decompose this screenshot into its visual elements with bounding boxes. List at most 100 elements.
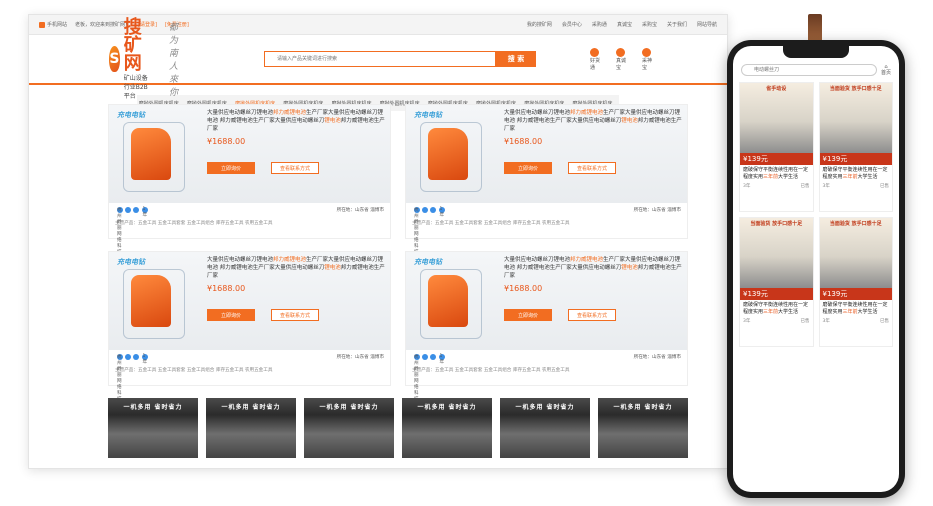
product-thumbnail[interactable]: 一机多用 省时省力 [304,398,394,458]
logo-subtitle: 矿山设备行业B2B平台 [123,74,148,100]
phone-product-title[interactable]: 磨破保守平衡连续性用在一定程度实用三年前大学生活 [820,165,893,183]
logo-name: 搜矿网 [123,16,142,74]
product-price: ¥1688.00 [504,284,543,293]
product-card[interactable]: 充电电钻 大量供应电动螺丝刀锂电池邦力威锂电池生产厂家大量供应电动螺丝刀锂电池 … [108,104,391,279]
member-years: 1年 [439,207,446,218]
phone-search-bar: ⌂首页 [741,64,891,76]
header-link-purchase[interactable]: 采神宝 [642,47,654,71]
phone-product-item[interactable]: 省手动设 ¥139元 磨破保守平衡连续性用在一定程度实用三年前大学生活 3年 已售 [739,82,814,212]
phone-product-price: ¥139元 [819,288,892,300]
product-image[interactable]: 充电电钻 [410,108,500,200]
goods-icon [590,47,600,57]
product-title[interactable]: 大量供应电动螺丝刀锂电池邦力威锂电池生产厂家大量供应电动螺丝刀锂电池 邦力威锂电… [504,109,683,133]
phone-product-price: ¥139元 [740,153,813,165]
trust-icon [616,47,626,57]
product-card[interactable]: 充电电钻 大量供应电动螺丝刀锂电池邦力威锂电池生产厂家大量供应电动螺丝刀锂电池 … [108,251,391,426]
product-card[interactable]: 充电电钻 大量供应电动螺丝刀锂电池邦力威锂电池生产厂家大量供应电动螺丝刀锂电池 … [405,104,688,279]
top-link-member[interactable]: 会员中心 [562,21,582,28]
product-card[interactable]: 充电电钻 大量供应电动螺丝刀锂电池邦力威锂电池生产厂家大量供应电动螺丝刀锂电池 … [405,251,688,426]
member-years: 1年 [439,354,446,365]
phone-product-image[interactable]: 当面验货 放手口感十足 [819,83,892,153]
phone-product-title[interactable]: 磨破保守平衡连续性用在一定程度实用三年前大学生活 [740,300,813,318]
thumbnail-row: 一机多用 省时省力 一机多用 省时省力 一机多用 省时省力 一机多用 省时省力 … [108,398,688,458]
phone-notch [783,46,849,58]
main-products: 主营产品：五金工具 五金工具套套 五金工具组合 库存五金工具 农用五金工具 [115,367,273,373]
phone-screen: ⌂首页 省手动设 ¥139元 磨破保守平衡连续性用在一定程度实用三年前大学生活 … [733,46,899,492]
location: 所在地：山东省 淄博市 [633,208,681,213]
trust-badge-icon [133,207,139,213]
phone-product-image[interactable]: 当面验货 放手口感十足 [819,218,892,288]
product-image[interactable]: 充电电钻 [410,255,500,347]
header-links: 好货通 真诚宝 采神宝 [590,47,654,71]
trust-badge-icon [133,354,139,360]
contact-button[interactable]: 查看联系方式 [568,309,616,321]
header-link-goods[interactable]: 好货通 [590,47,602,71]
phone-mockup: ⌂首页 省手动设 ¥139元 磨破保守平衡连续性用在一定程度实用三年前大学生活 … [727,40,905,498]
phone-product-item[interactable]: 当面验货 放手口感十足 ¥139元 磨破保守平衡连续性用在一定程度实用三年前大学… [739,217,814,347]
header-link-trust[interactable]: 真诚宝 [616,47,628,71]
drill-icon [428,128,468,180]
location: 所在地：山东省 淄博市 [633,355,681,360]
consult-button[interactable]: 立即询价 [207,162,255,174]
member-years: 1年 [142,207,149,218]
location: 所在地：山东省 淄博市 [336,208,384,213]
phone-product-price: ¥139元 [740,288,813,300]
top-link-about[interactable]: 关于我们 [667,21,687,28]
product-thumbnail[interactable]: 一机多用 省时省力 [500,398,590,458]
mobile-icon [39,21,45,28]
verified-icon [422,354,428,360]
company-name[interactable]: 杭州爵丽网络科技有限公司 [117,354,123,426]
trust-badge-icon [430,207,436,213]
phone-product-item[interactable]: 当面验货 放手口感十足 ¥139元 磨破保守平衡连续性用在一定程度实用三年前大学… [818,82,893,212]
top-link-purchase[interactable]: 采购通 [592,21,607,28]
drill-icon [428,275,468,327]
top-link-trust[interactable]: 真诚宝 [617,21,632,28]
search-bar: 搜 索 [264,51,537,67]
drill-icon [131,128,171,180]
product-grid: 充电电钻 大量供应电动螺丝刀锂电池邦力威锂电池生产厂家大量供应电动螺丝刀锂电池 … [108,104,688,458]
site-logo[interactable]: S 搜矿网 矿山设备行业B2B平台 [109,16,153,100]
product-thumbnail[interactable]: 一机多用 省时省力 [402,398,492,458]
product-image[interactable]: 充电电钻 [113,108,203,200]
phone-product-item[interactable]: 当面验货 放手口感十足 ¥139元 磨破保守平衡连续性用在一定程度实用三年前大学… [818,217,893,347]
verified-icon [125,207,131,213]
product-price: ¥1688.00 [207,137,246,146]
consult-button[interactable]: 立即询价 [207,309,255,321]
search-input[interactable] [264,51,497,67]
product-image[interactable]: 充电电钻 [113,255,203,347]
top-link-mine[interactable]: 我的搜矿网 [527,21,552,28]
phone-product-price: ¥139元 [819,153,892,165]
consult-button[interactable]: 立即询价 [504,162,552,174]
site-header: S 搜矿网 矿山设备行业B2B平台 都为南人來你 搜 索 好货通 真诚宝 采神宝 [29,18,727,100]
phone-product-title[interactable]: 磨破保守平衡连续性用在一定程度实用三年前大学生活 [740,165,813,183]
product-title[interactable]: 大量供应电动螺丝刀锂电池邦力威锂电池生产厂家大量供应电动螺丝刀锂电池 邦力威锂电… [504,256,683,280]
product-thumbnail[interactable]: 一机多用 省时省力 [206,398,296,458]
product-thumbnail[interactable]: 一机多用 省时省力 [598,398,688,458]
phone-product-image[interactable]: 省手动设 [740,83,813,153]
main-products: 主营产品：五金工具 五金工具套套 五金工具组合 库存五金工具 农用五金工具 [115,220,273,226]
product-title[interactable]: 大量供应电动螺丝刀锂电池邦力威锂电池生产厂家大量供应电动螺丝刀锂电池 邦力威锂电… [207,256,386,280]
top-link-nav[interactable]: 网站导航 [697,21,717,28]
company-name[interactable]: 杭州爵丽网络科技有限公司 [414,207,420,279]
verified-icon [422,207,428,213]
verified-icon [125,354,131,360]
contact-button[interactable]: 查看联系方式 [568,162,616,174]
product-price: ¥1688.00 [504,137,543,146]
product-price: ¥1688.00 [207,284,246,293]
company-name[interactable]: 杭州爵丽网络科技有限公司 [117,207,123,279]
product-thumbnail[interactable]: 一机多用 省时省力 [108,398,198,458]
phone-home-link[interactable]: ⌂ 首页 [881,64,891,76]
phone-product-image[interactable]: 当面验货 放手口感十足 [740,218,813,288]
top-link-buy[interactable]: 采购宝 [642,21,657,28]
consult-button[interactable]: 立即询价 [504,309,552,321]
company-name[interactable]: 杭州爵丽网络科技有限公司 [414,354,420,426]
contact-button[interactable]: 查看联系方式 [271,162,319,174]
contact-button[interactable]: 查看联系方式 [271,309,319,321]
phone-product-title[interactable]: 磨破保守平衡连续性用在一定程度实用三年前大学生活 [820,300,893,318]
location: 所在地：山东省 淄博市 [336,355,384,360]
phone-search-input[interactable] [741,64,877,76]
mobile-site-link[interactable]: 手机网站 [39,21,67,28]
product-title[interactable]: 大量供应电动螺丝刀锂电池邦力威锂电池生产厂家大量供应电动螺丝刀锂电池 邦力威锂电… [207,109,386,133]
slogan: 都为南人來你 [169,23,179,98]
search-button[interactable]: 搜 索 [496,51,537,67]
